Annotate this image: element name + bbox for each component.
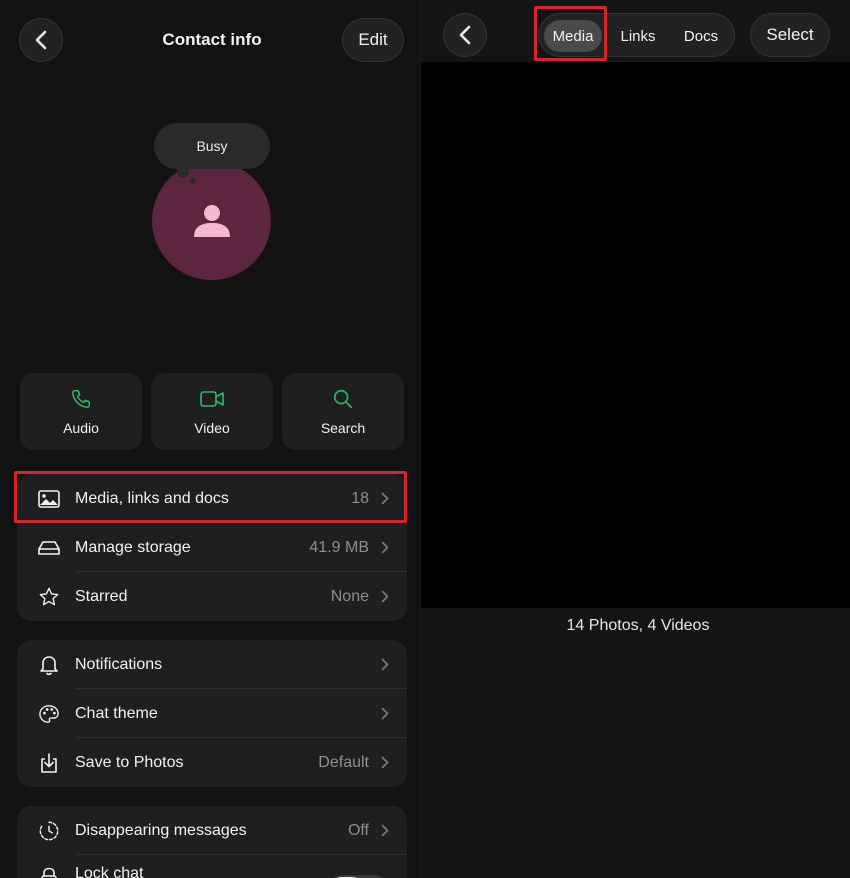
disappearing-messages-label: Disappearing messages <box>75 821 247 839</box>
chevron-right-icon <box>379 824 391 838</box>
starred-value: None <box>330 587 369 605</box>
search-label: Search <box>320 419 366 436</box>
palette-icon <box>37 702 61 726</box>
video-camera-icon <box>200 390 224 407</box>
bell-icon <box>37 653 61 677</box>
chat-theme-label: Chat theme <box>75 704 158 722</box>
media-summary: 14 Photos, 4 Videos <box>566 617 710 634</box>
chevron-right-icon <box>379 590 391 604</box>
save-to-photos-value: Default <box>318 753 369 771</box>
status-bubble: Busy <box>154 123 270 169</box>
disappearing-messages-value: Off <box>347 821 369 839</box>
storage-size-value: 41.9 MB <box>309 538 369 556</box>
search-button[interactable]: Search <box>282 373 404 450</box>
highlight-box-media-tab <box>534 6 607 61</box>
audio-label: Audio <box>63 419 99 436</box>
save-to-photos-label: Save to Photos <box>75 753 184 771</box>
search-icon <box>333 389 353 408</box>
notifications-row[interactable]: Notifications <box>17 640 407 689</box>
video-call-button[interactable]: Video <box>151 373 273 450</box>
chevron-right-icon <box>379 756 391 770</box>
privacy-group: Disappearing messages Off Lock chat <box>17 806 407 878</box>
save-to-photos-row[interactable]: Save to Photos Default <box>17 738 407 787</box>
lock-chat-row[interactable]: Lock chat <box>17 855 407 878</box>
settings-group: Notifications Chat theme Save to Photos … <box>17 640 407 787</box>
highlight-box-media-row <box>14 471 407 523</box>
avatar[interactable] <box>152 161 271 280</box>
chevron-right-icon <box>379 541 391 555</box>
chat-theme-row[interactable]: Chat theme <box>17 689 407 738</box>
tab-docs[interactable]: Docs <box>672 20 730 52</box>
starred-row[interactable]: Starred None <box>17 572 407 621</box>
star-icon <box>37 585 61 609</box>
chevron-right-icon <box>379 707 391 721</box>
storage-drive-icon <box>37 536 61 560</box>
media-links-docs-panel: Media Links Docs Select 14 Photos, 4 Vid… <box>421 0 850 878</box>
audio-call-button[interactable]: Audio <box>20 373 142 450</box>
notifications-label: Notifications <box>75 655 163 673</box>
media-grid[interactable] <box>421 62 850 608</box>
contact-info-panel: Contact info Edit Busy Audio Video Searc… <box>0 0 420 878</box>
tab-links[interactable]: Links <box>609 20 667 52</box>
lock-chat-label: Lock chat <box>75 865 144 878</box>
edit-button[interactable]: Edit <box>342 18 404 62</box>
select-button[interactable]: Select <box>750 13 830 57</box>
chevron-right-icon <box>379 658 391 672</box>
disappearing-messages-row[interactable]: Disappearing messages Off <box>17 806 407 855</box>
status-bubble-tail <box>177 166 189 178</box>
chevron-left-icon <box>459 25 471 45</box>
back-button[interactable] <box>443 13 487 57</box>
manage-storage-label: Manage storage <box>75 538 191 556</box>
status-bubble-tail-small <box>190 178 196 184</box>
lock-icon <box>37 866 61 878</box>
manage-storage-row[interactable]: Manage storage 41.9 MB <box>17 523 407 572</box>
person-icon <box>193 204 230 237</box>
save-download-icon <box>37 751 61 775</box>
video-label: Video <box>194 419 230 436</box>
phone-icon <box>72 389 90 408</box>
timer-icon <box>37 819 61 843</box>
starred-label: Starred <box>75 587 128 605</box>
